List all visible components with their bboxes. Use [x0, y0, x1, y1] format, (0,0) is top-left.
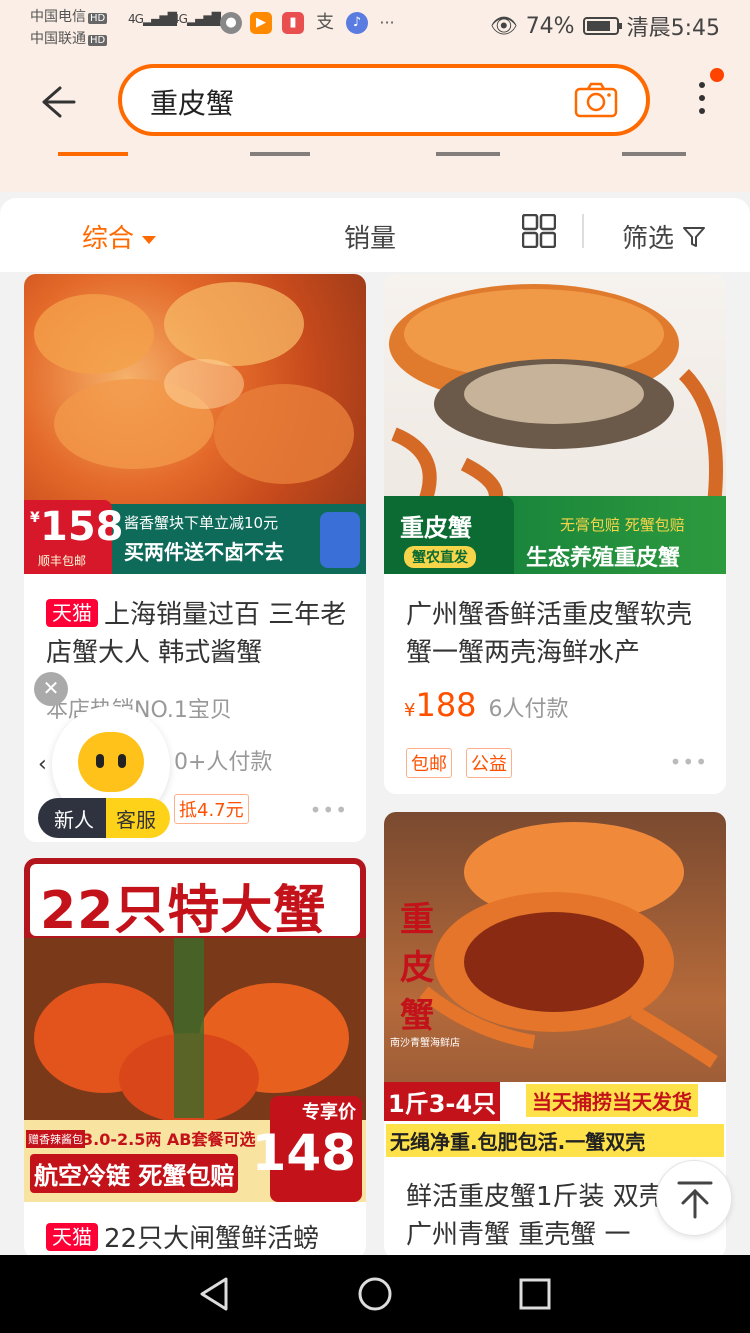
category-tabs-peek	[0, 140, 750, 156]
clock: 清晨5:45	[626, 16, 720, 41]
carrier-1: 中国电信 HD	[30, 9, 108, 25]
product-image[interactable]: 重皮蟹 南沙青蟹海鲜店 1斤3-4只 当天捕捞当天发货 无绳净重.包肥包活.一蟹…	[384, 812, 726, 1157]
product-jar-image	[320, 512, 360, 568]
alipay-icon: 支	[316, 12, 334, 33]
more-vertical-icon[interactable]	[696, 82, 708, 122]
notification-dot	[710, 68, 724, 82]
signal-1-icon: 4G▂▄▆█	[128, 12, 177, 26]
image-spec: 1斤3-4只	[384, 1082, 501, 1121]
filter-icon	[683, 227, 706, 247]
music-icon: ♪	[346, 12, 368, 34]
arrow-up-icon	[677, 1181, 713, 1219]
image-promo-2: 生态养殖重皮蟹	[526, 546, 681, 571]
tag-charity: 公益	[466, 748, 512, 778]
product-image[interactable]: 22只特大蟹 赠香辣酱包 3.0-2.5两 AB套餐可选 航空冷链 死蟹包赔 专…	[24, 858, 366, 1202]
image-price: 148	[251, 1124, 356, 1182]
camera-icon[interactable]	[574, 82, 618, 118]
image-price: 158	[40, 504, 124, 550]
product-image[interactable]: ¥ 158 顺丰包邮 酱香蟹块下单立减10元 买两件送不卤不去	[24, 274, 366, 574]
mascot-face-icon	[78, 732, 144, 792]
divider	[582, 214, 584, 248]
image-price-label: 专享价	[302, 1102, 356, 1123]
tmall-badge: 天猫	[46, 599, 98, 627]
image-brand: 重皮蟹	[400, 514, 472, 542]
image-promo-2: 无绳净重.包肥包活.一蟹双壳	[386, 1124, 724, 1157]
more-dots-icon[interactable]: •••	[670, 750, 708, 774]
nav-back-icon[interactable]	[196, 1275, 234, 1313]
product-card-3[interactable]: 22只特大蟹 赠香辣酱包 3.0-2.5两 AB套餐可选 航空冷链 死蟹包赔 专…	[24, 858, 366, 1258]
image-sauce: 赠香辣酱包	[26, 1130, 85, 1148]
image-headline: 22只特大蟹	[40, 881, 327, 941]
status-right: 👁 74% 清晨5:45	[490, 10, 720, 42]
nav-recents-icon[interactable]	[516, 1275, 554, 1313]
more-notifications-icon: ···	[379, 13, 395, 32]
battery-icon	[582, 17, 622, 35]
image-promo-1: 当天捕捞当天发货	[526, 1084, 698, 1117]
status-bar: 中国电信 HD 中国联通 HD 4G▂▄▆█ 4G▂▄▆█ ● ▶ ▮ 支 ♪ ··…	[0, 0, 750, 52]
price: 188	[415, 686, 477, 724]
image-promo-2: 买两件送不卤不去	[124, 540, 284, 564]
service-label[interactable]: 客服	[106, 798, 170, 838]
collapse-arrow-icon[interactable]: ‹	[38, 752, 47, 777]
buyers-count: 6人付款	[488, 697, 569, 722]
sort-sales[interactable]: 销量	[344, 218, 396, 255]
grid-view-icon[interactable]	[522, 214, 556, 248]
wechat-icon: ●	[220, 12, 242, 34]
back-to-top-button[interactable]	[656, 1160, 732, 1236]
price-line: ¥188 6人付款	[404, 686, 569, 724]
sort-bar: 综合 销量 筛选	[0, 198, 750, 272]
tmall-badge: 天猫	[46, 1223, 98, 1251]
system-nav-bar	[0, 1255, 750, 1333]
product-image[interactable]: 重皮蟹 蟹农直发 无膏包赔 死蟹包赔 生态养殖重皮蟹	[384, 274, 726, 574]
search-input[interactable]: 重皮蟹	[118, 64, 650, 136]
tag-free-shipping: 包邮	[406, 748, 452, 778]
eye-icon: 👁	[489, 13, 518, 39]
customer-service-pill[interactable]: 新人 客服	[38, 798, 170, 838]
coupon-tag: 抵4.7元	[174, 794, 249, 824]
buyers-count: 0+人付款	[174, 750, 273, 775]
product-card-2[interactable]: 重皮蟹 蟹农直发 无膏包赔 死蟹包赔 生态养殖重皮蟹 广州蟹香鲜活重皮蟹软壳蟹一…	[384, 274, 726, 794]
carrier-2: 中国联通 HD	[30, 31, 108, 47]
search-header: 重皮蟹	[0, 52, 750, 192]
signal-2-icon: 4G▂▄▆█	[172, 12, 221, 26]
nav-home-icon[interactable]	[356, 1275, 394, 1313]
product-title[interactable]: 天猫 22只大闸蟹鲜活螃	[46, 1220, 348, 1258]
book-icon: ▮	[282, 12, 304, 34]
close-widget-icon[interactable]: ✕	[34, 672, 68, 706]
battery-percent: 74%	[525, 13, 575, 39]
image-promo: 航空冷链 死蟹包赔	[30, 1154, 239, 1193]
video-icon: ▶	[250, 12, 272, 34]
filter-button[interactable]: 筛选	[622, 218, 706, 255]
image-spec: 3.0-2.5两 AB套餐可选	[82, 1130, 256, 1149]
sort-comprehensive[interactable]: 综合	[82, 218, 157, 255]
product-title[interactable]: 广州蟹香鲜活重皮蟹软壳蟹一蟹两壳海鲜水产	[406, 596, 708, 672]
image-shop: 南沙青蟹海鲜店	[390, 1038, 460, 1049]
back-arrow-icon[interactable]	[38, 82, 78, 122]
image-promo-1: 酱香蟹块下单立减10元	[124, 514, 279, 532]
image-promo-1: 无膏包赔 死蟹包赔	[560, 516, 685, 534]
search-query[interactable]: 重皮蟹	[150, 82, 234, 122]
image-price-note: 顺丰包邮	[38, 554, 87, 568]
caret-down-icon	[142, 235, 157, 244]
product-title[interactable]: 天猫 上海销量过百 三年老店蟹大人 韩式酱蟹	[46, 596, 348, 672]
new-user-label[interactable]: 新人	[38, 798, 106, 838]
crab-image	[389, 284, 723, 504]
image-badge: 蟹农直发	[404, 546, 476, 568]
image-vertical-text: 重皮蟹	[400, 900, 434, 1036]
crab-pieces-image	[34, 282, 354, 484]
more-dots-icon[interactable]: •••	[310, 798, 348, 822]
